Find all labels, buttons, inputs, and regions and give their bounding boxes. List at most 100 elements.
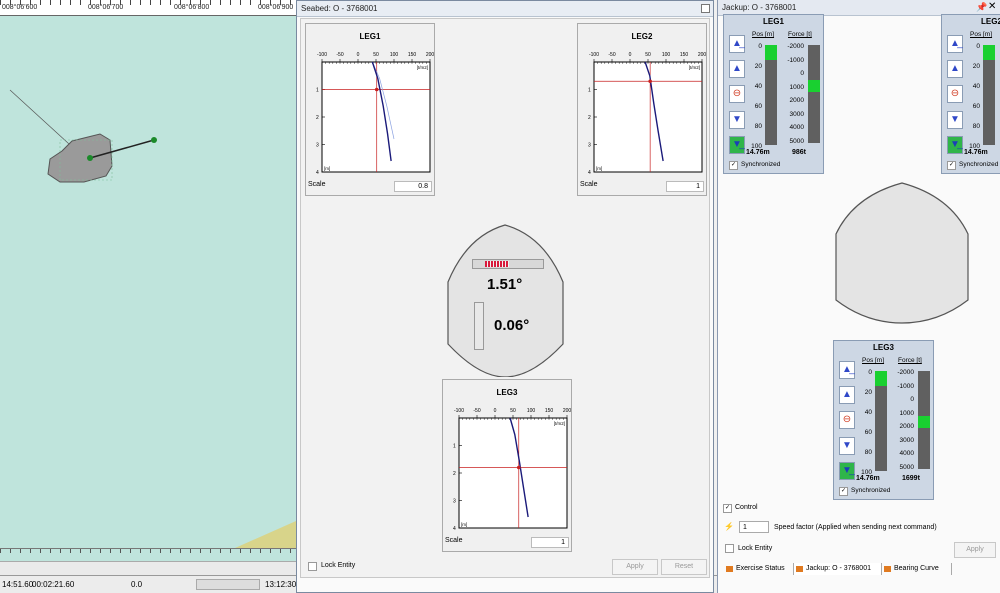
scale-input[interactable]: 1	[666, 181, 704, 192]
ruler-tick	[210, 0, 211, 5]
chart-plot-area	[321, 61, 431, 173]
lower-fast-button[interactable]: ▼̲	[947, 136, 963, 154]
stop-button[interactable]: ⊖	[947, 85, 963, 103]
control-checkbox[interactable]: ✓	[723, 504, 732, 513]
lower-fast-button[interactable]: ▼̲	[839, 462, 855, 480]
force-tick-label: 5000	[789, 137, 804, 145]
leg-title: LEG3	[873, 343, 894, 352]
y-tick-label: 3	[316, 143, 319, 149]
force-bar	[918, 371, 930, 469]
x-tick-label: -100	[589, 52, 599, 58]
synchronized-checkbox[interactable]: ✓	[839, 487, 848, 496]
ruler-tick	[150, 0, 151, 5]
force-tick-label: 2000	[899, 423, 914, 430]
force-tick-label: -1000	[994, 57, 1000, 64]
raise-button[interactable]: ▲	[729, 60, 745, 78]
synchronized-checkbox[interactable]: ✓	[947, 161, 956, 170]
scale-label: Scale	[308, 181, 326, 188]
panel-title: LEG1	[359, 32, 381, 41]
ruler-tick	[130, 549, 131, 553]
map-horizontal-scrollbar[interactable]	[0, 561, 296, 575]
pos-value: 14.76m	[856, 475, 880, 482]
longitude-ruler: 008°06'600 008°06'700 008°06'800 008°06'…	[0, 0, 296, 16]
scale-input[interactable]: 1	[531, 537, 569, 548]
pos-tick-label: 0	[976, 43, 980, 50]
hull-outline	[447, 224, 564, 377]
x-tick-label: -50	[608, 52, 615, 58]
unit-label: [t/m2]	[417, 65, 428, 70]
lock-entity-checkbox[interactable]	[725, 544, 734, 553]
x-tick-label: 150	[545, 408, 554, 414]
close-icon[interactable]: ✕	[988, 1, 996, 12]
ruler-tick	[260, 549, 261, 553]
force-tick-label: 4000	[899, 450, 914, 457]
x-tick-label: 50	[510, 408, 516, 414]
lock-entity-checkbox[interactable]	[308, 562, 317, 571]
pos-tick-label: 20	[754, 63, 762, 70]
raise-button[interactable]: ▲	[839, 386, 855, 404]
ruler-tick	[50, 0, 51, 5]
ruler-tick	[20, 549, 21, 553]
ruler-tick	[50, 549, 51, 553]
y-tick-label: 4	[316, 170, 319, 176]
ruler-tick	[190, 549, 191, 553]
operating-point	[648, 79, 652, 84]
ruler-tick	[30, 0, 31, 5]
pos-tick-label: 60	[864, 429, 872, 436]
synchronized-label: Synchronized	[851, 487, 891, 494]
tab-bearing-curve[interactable]: Bearing Curve	[882, 563, 952, 575]
tab-jackup[interactable]: Jackup: O - 3768001	[794, 563, 882, 575]
ruler-tick	[240, 549, 241, 553]
raise-fast-button[interactable]: ▲̲	[947, 35, 963, 53]
pos-tick-label: 60	[754, 103, 762, 110]
force-tick-label: 1000	[899, 409, 914, 417]
lower-button[interactable]: ▼	[839, 437, 855, 455]
ruler-tick	[240, 0, 241, 5]
force-header: Force [t]	[788, 31, 812, 38]
ruler-tick	[110, 549, 111, 553]
raise-fast-button[interactable]: ▲̲	[839, 361, 855, 379]
map-canvas[interactable]	[0, 16, 296, 548]
ruler-tick	[20, 0, 21, 5]
x-tick-label: 0	[357, 52, 360, 58]
force-tick-label: 3000	[994, 111, 1000, 118]
operating-point	[374, 87, 379, 92]
lower-fast-button[interactable]: ▼̲	[729, 136, 745, 154]
seabed-window: Seabed: O - 3768001 LEG1 -100 -50 0 50 100 15…	[296, 0, 714, 593]
force-tick-label: -1000	[897, 382, 914, 390]
stop-button[interactable]: ⊖	[839, 411, 855, 429]
sea-chart-map[interactable]: 008°06'600 008°06'700 008°06'800 008°06'…	[0, 0, 296, 575]
pos-tick-label: 80	[972, 123, 980, 130]
maximize-icon[interactable]	[701, 4, 710, 13]
tab-exercise-status[interactable]: Exercise Status	[724, 563, 794, 575]
raise-button[interactable]: ▲	[947, 60, 963, 78]
seabed-panel-leg2: LEG2 -100 -50 0 50 100 150 200 1 2 3 4 [t/m2] [m] Sc…	[577, 23, 707, 196]
ruler-tick	[220, 0, 221, 5]
apply-button[interactable]: Apply	[954, 542, 996, 558]
seabed-panel-leg1: LEG1 -100 -50 0 50 100 150 200 1 2 3 4 [t/m2] [m] Sc…	[305, 23, 435, 196]
force-bar-fill	[808, 80, 820, 93]
ruler-tick	[230, 549, 231, 553]
apply-button[interactable]: Apply	[612, 559, 658, 575]
pos-value: 14.76m	[964, 149, 988, 156]
seabed-window-title: Seabed: O - 3768001	[297, 1, 713, 17]
speed-factor-input[interactable]: 1	[739, 521, 769, 533]
force-value: 1699t	[902, 475, 920, 482]
ruler-tick	[60, 549, 61, 553]
y-tick-label: 2	[453, 471, 456, 477]
scale-input[interactable]: 0.8	[394, 181, 432, 192]
scale-label: Scale	[445, 537, 463, 544]
lower-button[interactable]: ▼	[729, 111, 745, 129]
x-tick-label: 100	[527, 408, 536, 414]
ruler-tick	[140, 549, 141, 553]
ruler-tick	[280, 549, 281, 553]
synchronized-checkbox[interactable]: ✓	[729, 161, 738, 170]
raise-fast-button[interactable]: ▲̲	[729, 35, 745, 53]
stop-button[interactable]: ⊖	[729, 85, 745, 103]
lower-button[interactable]: ▼	[947, 111, 963, 129]
waypoint-marker	[151, 137, 157, 143]
pin-icon[interactable]: 📌	[976, 2, 987, 13]
pos-tick-label: 80	[754, 123, 762, 130]
reset-button[interactable]: Reset	[661, 559, 707, 575]
scale-label: Scale	[580, 181, 598, 188]
